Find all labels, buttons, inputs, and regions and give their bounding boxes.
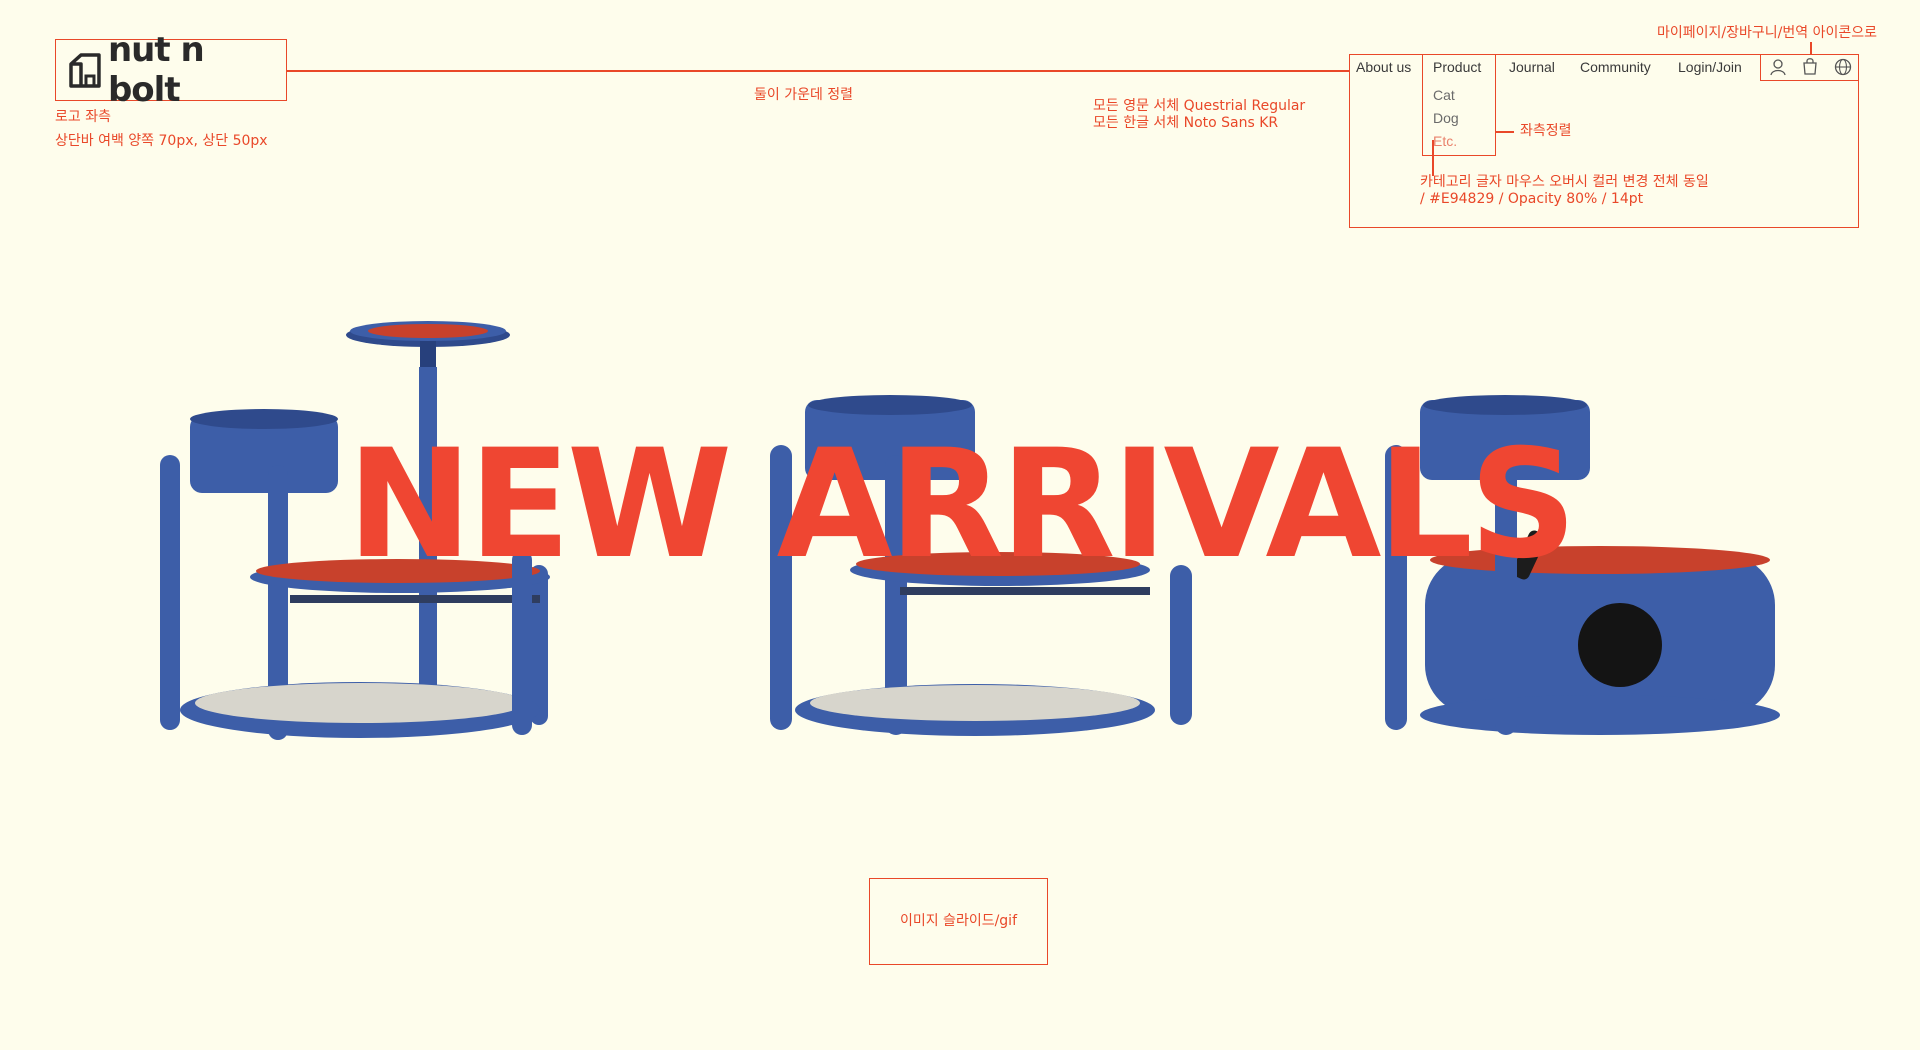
nav-community[interactable]: Community — [1580, 59, 1651, 75]
annotation-icons: 마이페이지/장바구니/번역 아이콘으로 — [1657, 25, 1877, 41]
house-logo-icon — [69, 53, 101, 88]
submenu-etc[interactable]: Etc. — [1433, 133, 1457, 149]
annotation-font-kr: 모든 한글 서체 Noto Sans KR — [1093, 115, 1279, 131]
nav-journal[interactable]: Journal — [1509, 59, 1555, 75]
nav-product[interactable]: Product — [1433, 59, 1481, 75]
nav-login-join[interactable]: Login/Join — [1678, 59, 1742, 75]
user-icon[interactable] — [1768, 57, 1788, 77]
annotation-header-margin: 상단바 여백 양쪽 70px, 상단 50px — [55, 133, 268, 149]
globe-icon[interactable] — [1833, 57, 1853, 77]
submenu-cat[interactable]: Cat — [1433, 87, 1455, 103]
shopping-bag-icon[interactable] — [1800, 56, 1820, 76]
page: nut n bolt 로고 좌측 상단바 여백 양쪽 70px, 상단 50px… — [0, 0, 1920, 1050]
header-guide-line — [287, 70, 1350, 72]
logo[interactable]: nut n bolt — [55, 30, 287, 110]
hero-title: NEW ARRIVALS — [346, 418, 1577, 592]
left-align-pointer — [1496, 131, 1514, 133]
nav-about-us[interactable]: About us — [1356, 59, 1411, 75]
annotation-slide: 이미지 슬라이드/gif — [899, 912, 1018, 929]
brand-name: nut n bolt — [107, 30, 205, 110]
annotation-hover-2: / #E94829 / Opacity 80% / 14pt — [1420, 191, 1644, 207]
slide-annotation-box: 이미지 슬라이드/gif — [869, 878, 1048, 965]
annotation-left-align: 좌측정렬 — [1520, 123, 1572, 139]
submenu-dog[interactable]: Dog — [1433, 110, 1459, 126]
annotation-logo-left: 로고 좌측 — [55, 109, 111, 125]
annotation-center-align: 둘이 가운데 정렬 — [754, 87, 854, 103]
